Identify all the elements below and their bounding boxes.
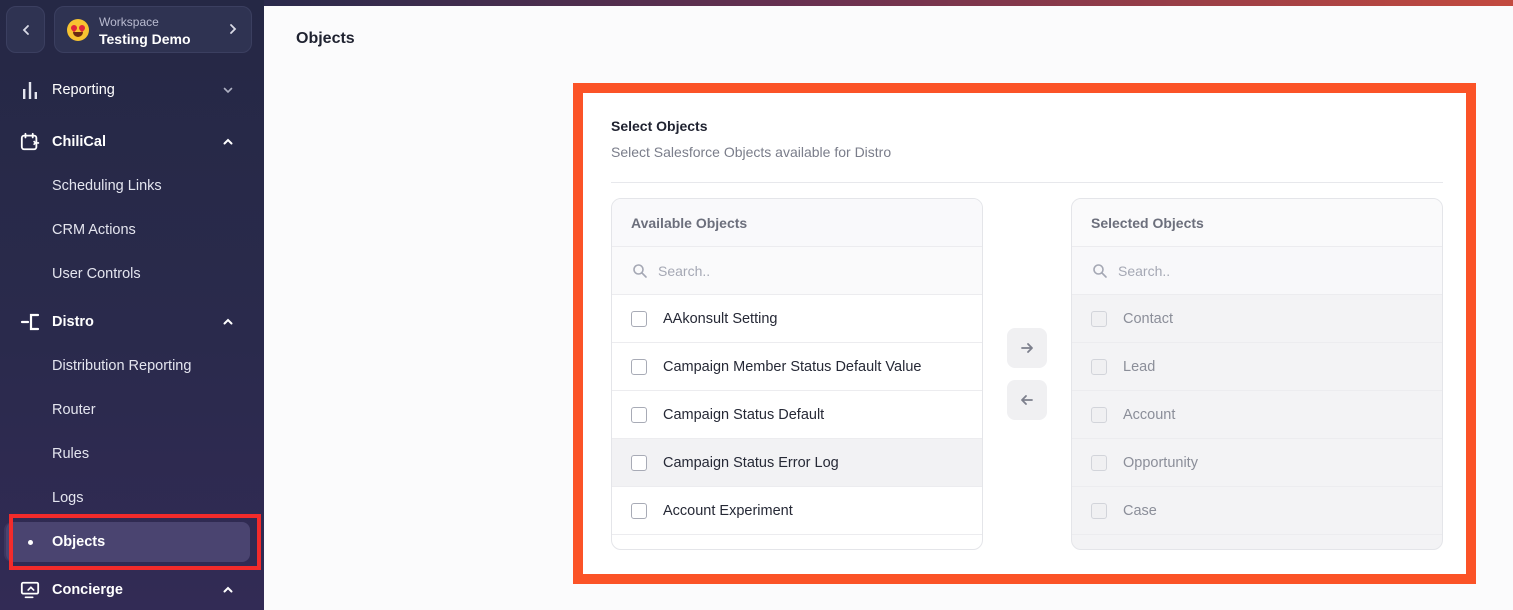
item-checkbox[interactable] [1091, 358, 1107, 375]
item-label: Contact [1123, 310, 1173, 327]
card-subtitle: Select Salesforce Objects available for … [611, 144, 892, 160]
item-label: Opportunity [1123, 454, 1198, 471]
card-title: Select Objects [611, 118, 708, 134]
selected-search-placeholder: Search.. [1118, 262, 1171, 279]
nav-scheduling-links[interactable]: Scheduling Links [0, 168, 264, 204]
chevron-down-icon [220, 82, 236, 98]
concierge-icon [20, 580, 40, 600]
item-label: Account [1123, 406, 1176, 423]
nav-user-controls[interactable]: User Controls [0, 256, 264, 292]
chevron-up-icon [220, 314, 236, 330]
chevron-left-icon [22, 24, 29, 35]
nav-router-label: Router [52, 402, 96, 418]
nav-distro-label: Distro [52, 314, 94, 330]
list-item[interactable]: AAkonsult Setting [612, 295, 982, 343]
item-label: Case [1123, 502, 1157, 519]
available-objects-search[interactable]: Search.. [612, 247, 982, 295]
list-item[interactable]: Campaign Member Status Default Value [612, 343, 982, 391]
move-right-button[interactable] [1007, 328, 1047, 368]
chevron-up-icon [220, 582, 236, 598]
chevron-up-icon [220, 134, 236, 150]
available-objects-list: Available Objects Search.. AAkonsult Set… [611, 198, 983, 550]
nav-crm-actions-label: CRM Actions [52, 222, 136, 238]
available-search-placeholder: Search.. [658, 262, 711, 279]
nav-user-controls-label: User Controls [52, 266, 141, 282]
nav-reporting[interactable]: Reporting [0, 72, 264, 108]
arrow-left-icon [1021, 395, 1033, 405]
selected-objects-list: Selected Objects Search.. Contact Lead A… [1071, 198, 1443, 550]
item-checkbox[interactable] [631, 406, 647, 423]
nav-logs[interactable]: Logs [0, 480, 264, 516]
item-checkbox[interactable] [1091, 406, 1107, 423]
list-item[interactable]: Case [1072, 487, 1442, 535]
list-item[interactable]: Contact [1072, 295, 1442, 343]
search-icon [1093, 263, 1107, 278]
bar-chart-icon [20, 80, 40, 100]
calendar-icon [20, 132, 40, 152]
item-checkbox[interactable] [631, 454, 647, 471]
item-checkbox[interactable] [631, 358, 647, 375]
nav-rules[interactable]: Rules [0, 436, 264, 472]
nav-highlight-box [9, 514, 261, 570]
selected-objects-header: Selected Objects [1072, 199, 1442, 247]
nav-router[interactable]: Router [0, 392, 264, 428]
chevron-right-icon [230, 24, 237, 34]
list-item[interactable]: Opportunity [1072, 439, 1442, 487]
item-label: Account Experiment [663, 502, 793, 519]
heart-eyes-emoji-icon [67, 19, 89, 41]
sidebar: Workspace Testing Demo Reporting ChiliCa… [0, 0, 264, 610]
card-divider [611, 182, 1443, 183]
list-item[interactable]: Account [1072, 391, 1442, 439]
list-item[interactable]: Account Experiment [612, 487, 982, 535]
nav-crm-actions[interactable]: CRM Actions [0, 212, 264, 248]
workspace-caption: Workspace [99, 15, 159, 29]
item-label: Lead [1123, 358, 1156, 375]
workspace-switcher[interactable]: Workspace Testing Demo [54, 6, 252, 53]
nav-chilical[interactable]: ChiliCal [0, 124, 264, 160]
collapse-sidebar-button[interactable] [6, 6, 45, 53]
available-objects-header: Available Objects [612, 199, 982, 247]
arrow-right-icon [1021, 343, 1033, 353]
item-checkbox[interactable] [631, 310, 647, 327]
distro-icon [20, 312, 40, 332]
item-checkbox[interactable] [1091, 502, 1107, 519]
item-checkbox[interactable] [631, 502, 647, 519]
nav-distro[interactable]: Distro [0, 304, 264, 340]
nav-reporting-label: Reporting [52, 82, 115, 98]
item-checkbox[interactable] [1091, 310, 1107, 327]
item-label: Campaign Member Status Default Value [663, 358, 922, 375]
item-checkbox[interactable] [1091, 454, 1107, 471]
nav-rules-label: Rules [52, 446, 90, 462]
nav-concierge[interactable]: Concierge [0, 572, 264, 608]
nav-distribution-reporting-label: Distribution Reporting [52, 358, 192, 374]
list-item[interactable]: Campaign Status Default [612, 391, 982, 439]
nav-chilical-label: ChiliCal [52, 134, 106, 150]
nav-concierge-label: Concierge [52, 582, 123, 598]
workspace-name: Testing Demo [99, 31, 191, 47]
search-icon [633, 263, 647, 278]
nav-scheduling-links-label: Scheduling Links [52, 178, 162, 194]
selected-objects-search[interactable]: Search.. [1072, 247, 1442, 295]
nav-logs-label: Logs [52, 490, 84, 506]
item-label: Campaign Status Error Log [663, 454, 839, 471]
list-item[interactable]: Lead [1072, 343, 1442, 391]
item-label: Campaign Status Default [663, 406, 825, 423]
item-label: AAkonsult Setting [663, 310, 778, 327]
page-title: Objects [296, 30, 355, 47]
move-left-button[interactable] [1007, 380, 1047, 420]
list-item[interactable]: Campaign Status Error Log [612, 439, 982, 487]
nav-distribution-reporting[interactable]: Distribution Reporting [0, 348, 264, 384]
